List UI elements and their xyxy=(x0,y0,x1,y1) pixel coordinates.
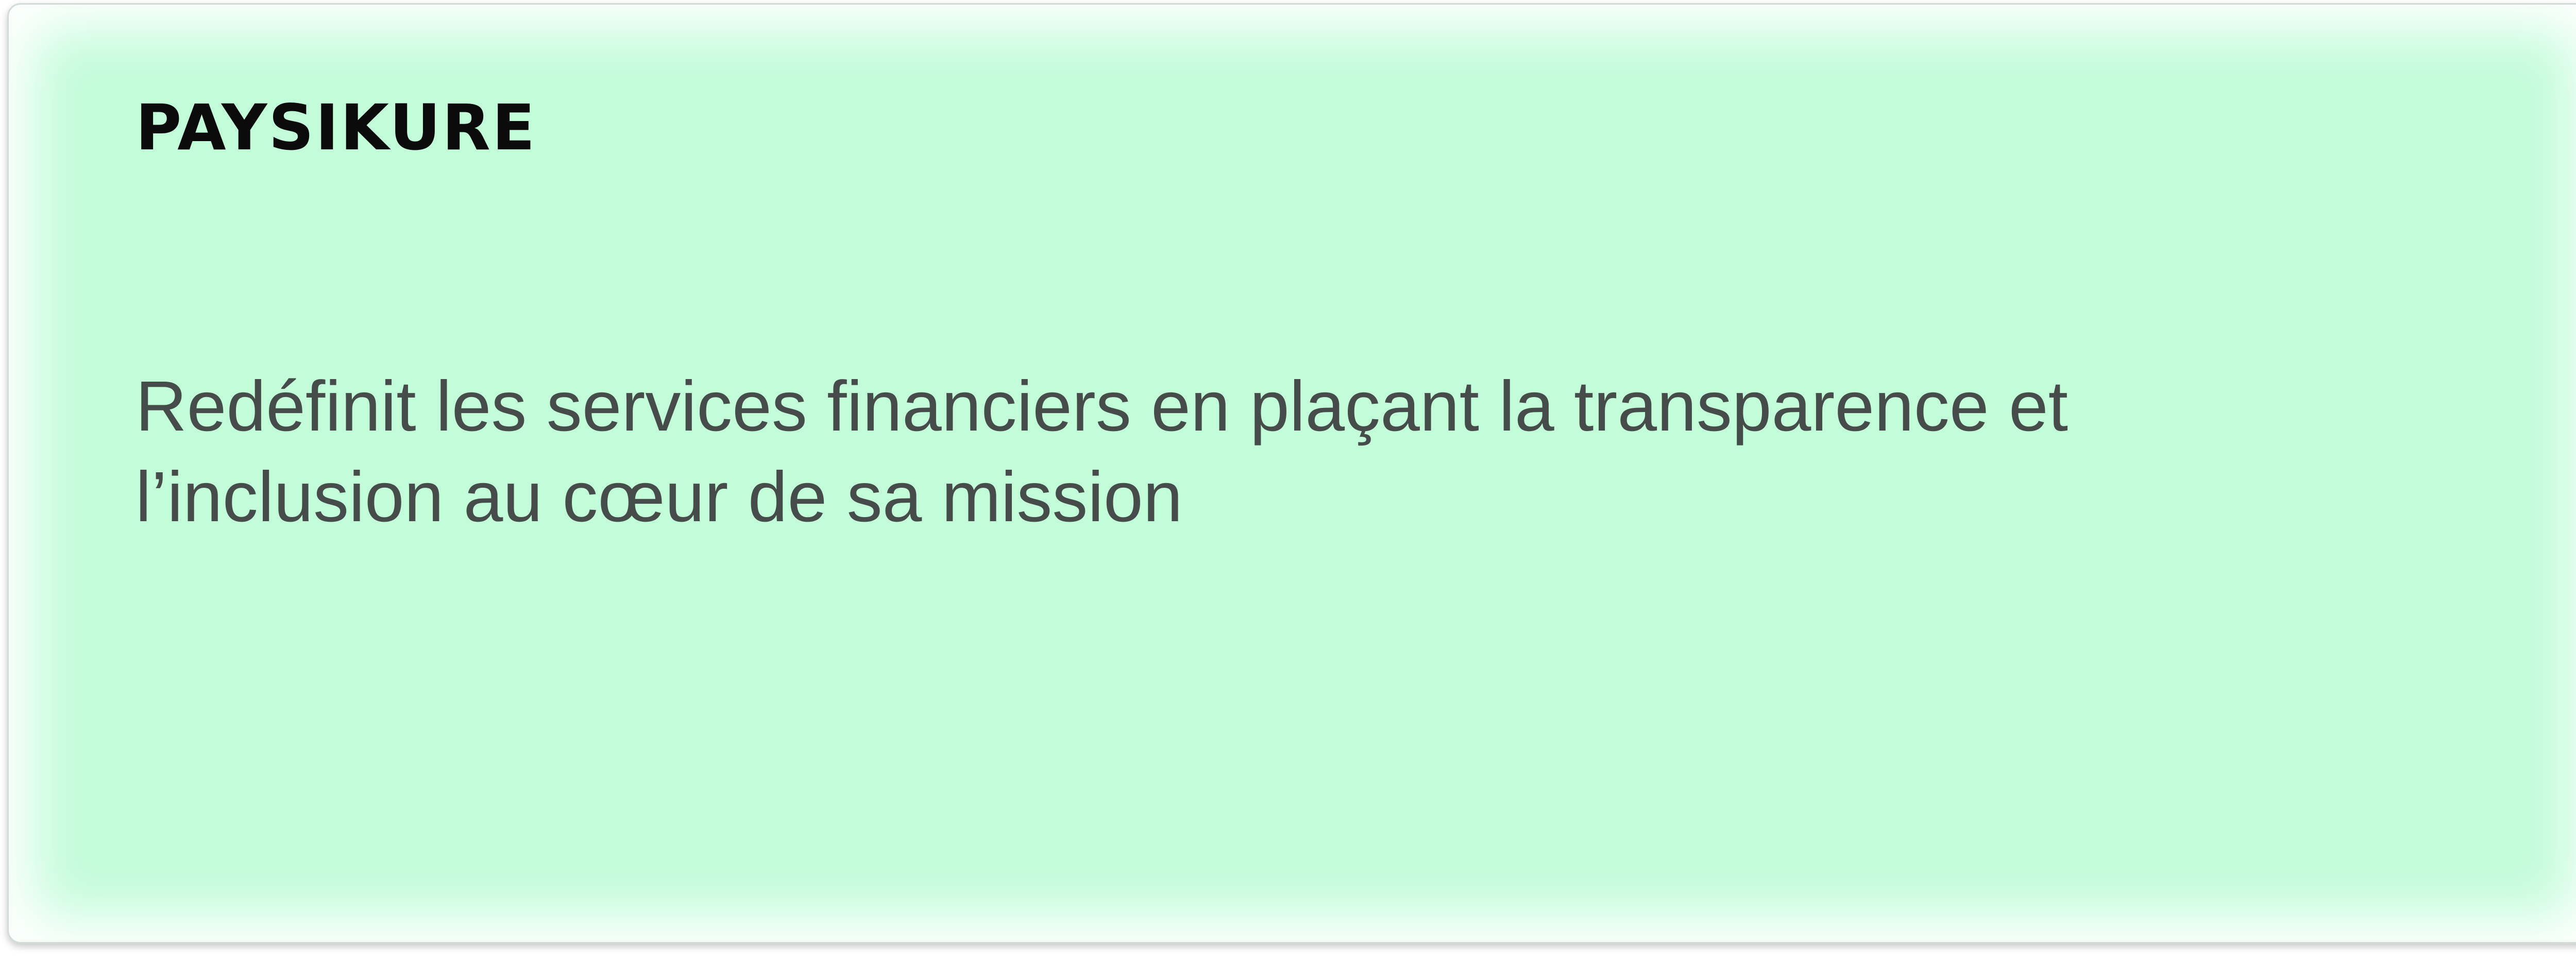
tagline: Redéfinit les services financiers en pla… xyxy=(135,361,2454,542)
brand-card: PAYSIKURE Redéfinit les services financi… xyxy=(7,3,2576,944)
brand-name: PAYSIKURE xyxy=(135,91,537,164)
tagline-line-1: Redéfinit les services financiers en pla… xyxy=(135,367,2068,446)
tagline-line-2: l’inclusion au cœur de sa mission xyxy=(135,457,1183,537)
